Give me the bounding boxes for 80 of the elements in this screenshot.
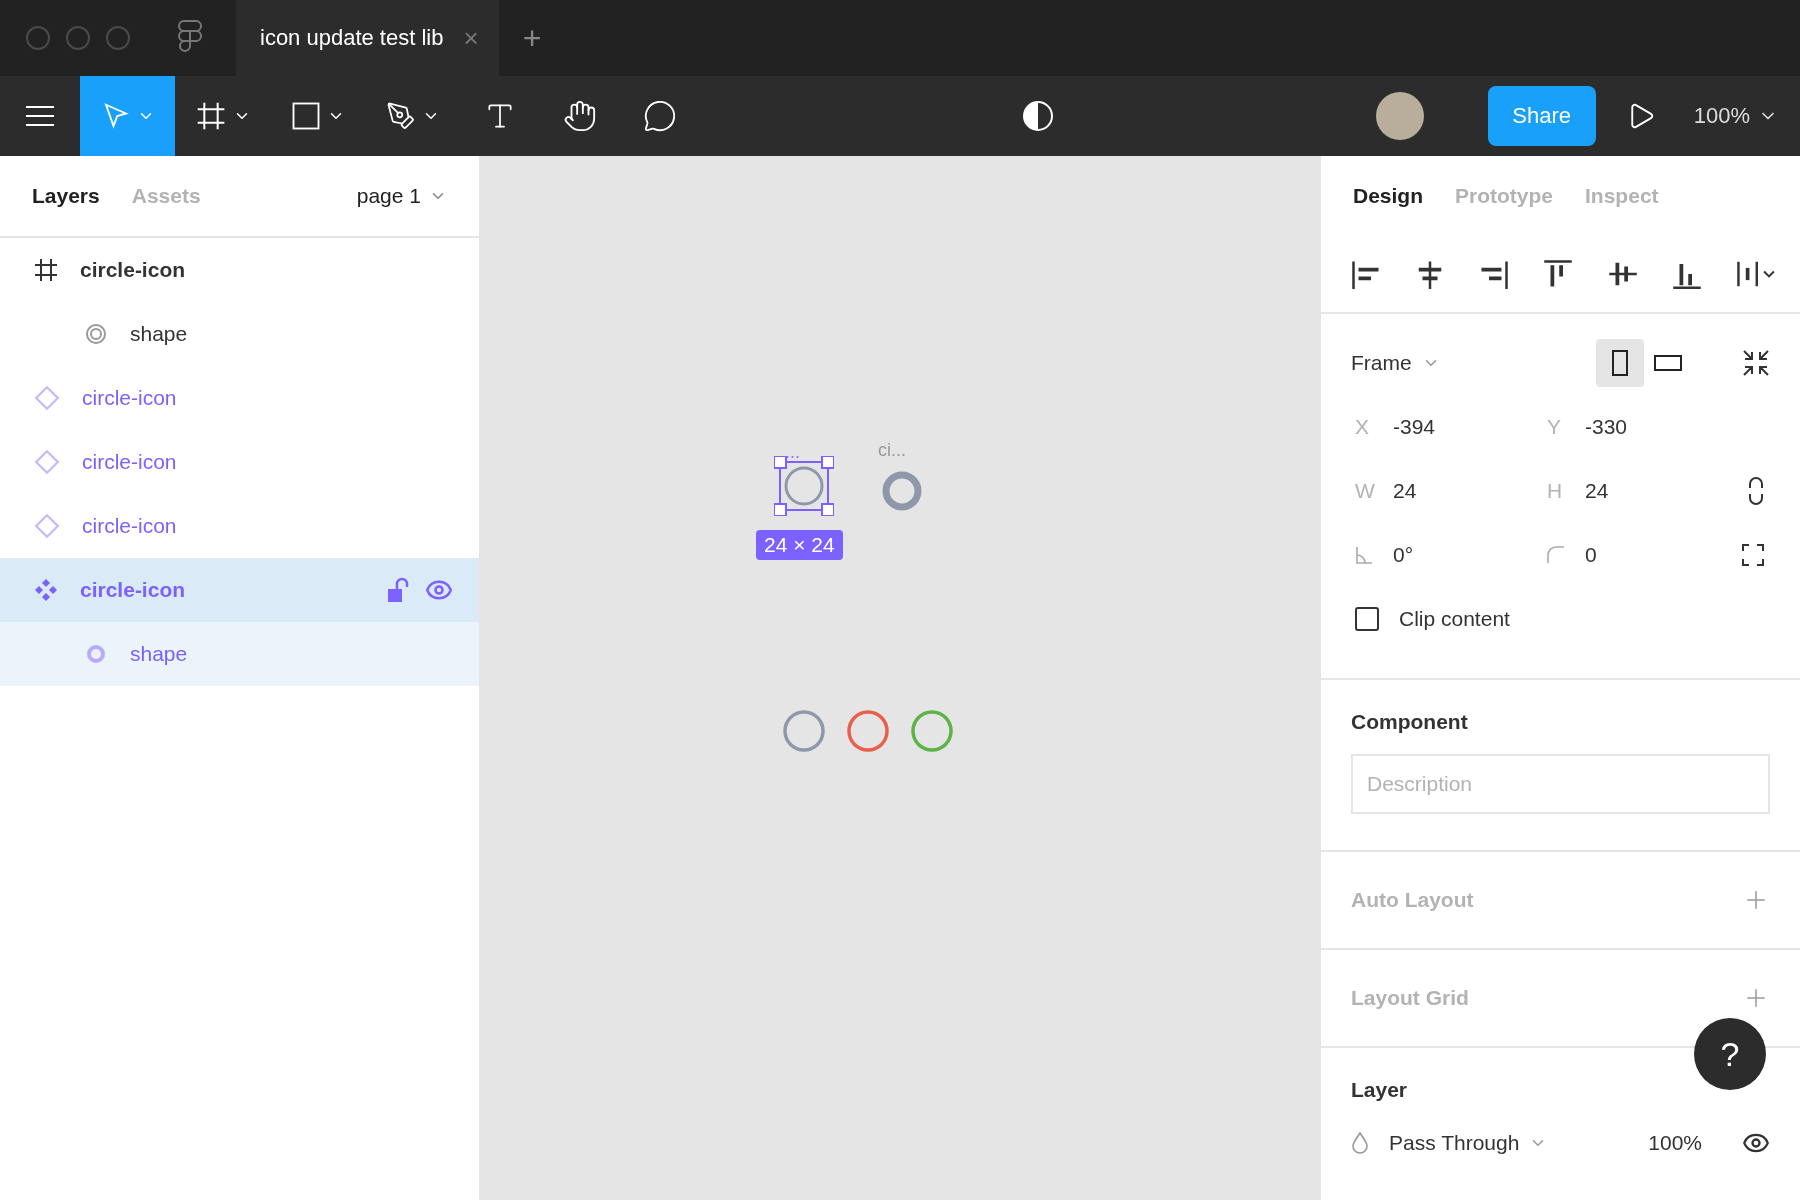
field-value: 24 xyxy=(1585,479,1609,503)
checkbox-label: Clip content xyxy=(1399,607,1510,631)
padlock-icon xyxy=(387,577,409,603)
half-circle-icon xyxy=(1021,100,1054,132)
hand-icon xyxy=(563,99,597,133)
number-field[interactable]: Y -330 xyxy=(1543,404,1735,450)
field-value: 0° xyxy=(1393,543,1414,567)
collapse-arrows-icon[interactable] xyxy=(1742,349,1770,377)
pen-icon xyxy=(385,101,416,131)
number-field[interactable]: H 24 xyxy=(1543,468,1735,514)
clip-content-checkbox[interactable]: Clip content xyxy=(1351,596,1770,642)
panel-tab[interactable]: Layers xyxy=(32,184,100,208)
number-field[interactable]: 0° xyxy=(1351,532,1543,578)
field-label: Y xyxy=(1547,415,1562,439)
selected-frame[interactable] xyxy=(774,456,834,516)
ring[interactable] xyxy=(847,710,889,752)
comment-icon xyxy=(643,99,677,133)
number-field[interactable]: W 24 xyxy=(1351,468,1543,514)
corner-radius-icon xyxy=(1547,546,1565,564)
tab-title: icon update test lib xyxy=(260,25,444,51)
number-field[interactable]: X -394 xyxy=(1351,404,1543,450)
diamond-icon xyxy=(34,385,60,411)
layer-name: circle-icon xyxy=(80,578,186,602)
layer-name: circle-icon xyxy=(82,450,177,474)
size-label: 24 × 24 xyxy=(756,530,843,560)
layer-row[interactable]: circle-icon xyxy=(0,238,479,302)
layer-row[interactable]: shape xyxy=(0,622,479,686)
align-right-icon[interactable] xyxy=(1479,259,1510,289)
frame-icon xyxy=(34,258,58,282)
rectangle-icon xyxy=(290,101,321,131)
diamond-icon xyxy=(34,449,60,475)
link-icon[interactable] xyxy=(1748,477,1764,505)
align-left-icon[interactable] xyxy=(1351,259,1381,289)
layer-name: circle-icon xyxy=(82,514,177,538)
align-top-icon[interactable] xyxy=(1543,259,1574,289)
field-label: W xyxy=(1355,479,1373,503)
help-button[interactable]: ? xyxy=(1694,1018,1766,1090)
layer-row[interactable]: circle-icon xyxy=(0,430,479,494)
field-label: H xyxy=(1547,479,1564,503)
section-title: Auto Layout xyxy=(1351,888,1474,912)
field-value: -394 xyxy=(1393,415,1436,439)
section-title: Component xyxy=(1351,710,1469,734)
section-title: Layer xyxy=(1351,1078,1409,1102)
layer-name: circle-icon xyxy=(82,386,177,410)
description-field[interactable]: Description xyxy=(1351,754,1770,814)
drop-icon xyxy=(1351,1132,1369,1154)
corners-icon[interactable] xyxy=(1742,544,1764,566)
layer-row[interactable]: circle-icon xyxy=(0,494,479,558)
diamond-icon xyxy=(34,513,60,539)
layer-row[interactable]: shape xyxy=(0,302,479,366)
section-title: Layout Grid xyxy=(1351,986,1469,1010)
frame-label: ... xyxy=(785,442,800,463)
field-label: X xyxy=(1355,415,1370,439)
menu-icon xyxy=(26,105,54,127)
page-dropdown[interactable]: page 1 xyxy=(356,184,447,208)
zoom-dropdown[interactable]: 100% xyxy=(1685,103,1800,129)
field-value: -330 xyxy=(1585,415,1628,439)
portrait-button[interactable] xyxy=(1596,339,1644,387)
instance-label: ci... xyxy=(878,440,906,461)
field-value: 0 xyxy=(1585,543,1597,567)
portrait-icon xyxy=(1612,350,1628,376)
avatar[interactable] xyxy=(1375,92,1424,140)
component-icon xyxy=(34,578,58,602)
panel-tab[interactable]: Design xyxy=(1353,184,1423,208)
blend-mode-dropdown[interactable]: Pass Through xyxy=(1389,1131,1548,1155)
checkbox[interactable] xyxy=(1355,607,1379,631)
layer-row[interactable]: circle-icon xyxy=(0,366,479,430)
layer-name: shape xyxy=(130,642,188,666)
frame-preset-dropdown[interactable]: Frame xyxy=(1351,351,1440,375)
landscape-icon xyxy=(1654,355,1682,371)
ring-icon xyxy=(84,642,108,666)
double-circle-icon xyxy=(84,322,108,346)
file-tab[interactable]: icon update test lib × xyxy=(236,0,499,76)
angle-icon xyxy=(1355,546,1373,564)
new-tab-button[interactable]: + xyxy=(498,0,566,76)
layer-name: circle-icon xyxy=(80,258,186,282)
field-value: 24 xyxy=(1393,479,1417,503)
number-field[interactable]: 0 xyxy=(1543,532,1735,578)
opacity-value[interactable]: 100% xyxy=(1648,1131,1702,1155)
layer-name: shape xyxy=(130,322,188,346)
